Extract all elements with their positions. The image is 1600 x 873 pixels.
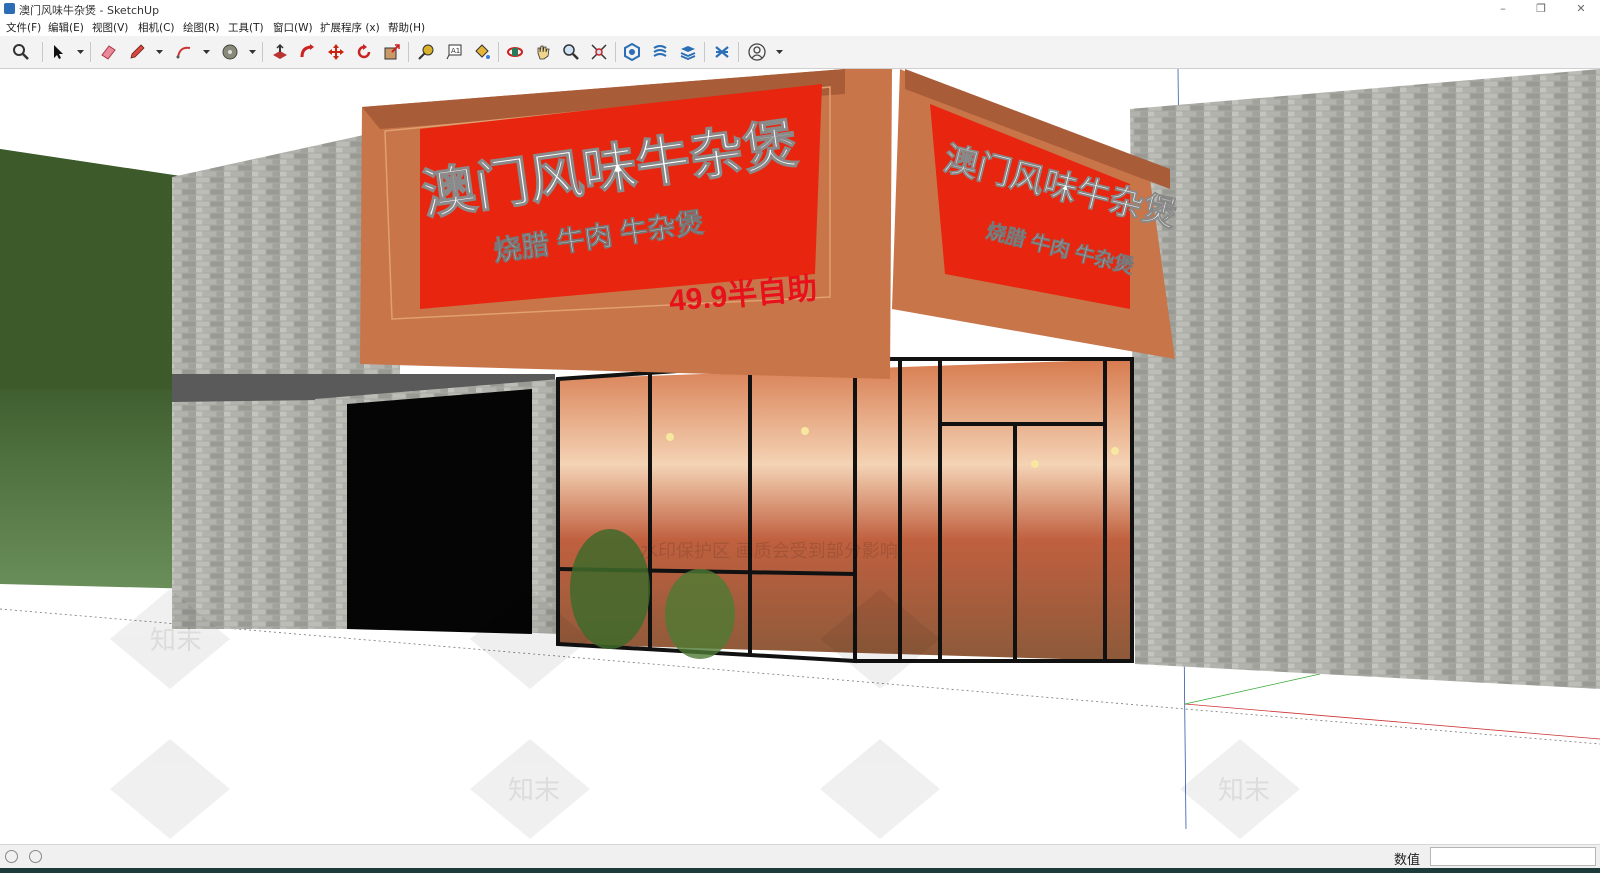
toolbar-separator <box>738 42 739 62</box>
hand-icon <box>537 45 550 60</box>
scale-icon <box>384 44 400 60</box>
geo-location-icon[interactable] <box>5 850 18 863</box>
layout-button[interactable] <box>676 40 700 64</box>
pan-tool-button[interactable] <box>531 40 555 64</box>
menu-view[interactable]: 视图(V) <box>92 20 128 35</box>
menu-edit[interactable]: 编辑(E) <box>48 20 84 35</box>
eraser-icon <box>101 45 116 60</box>
measurements-label: 数值 <box>1394 853 1421 868</box>
watermark-brand: 知末 <box>508 776 560 806</box>
magnifier-icon <box>563 44 579 60</box>
toolbar-separator <box>704 42 705 62</box>
toolbar-separator <box>498 42 499 62</box>
toolbar-separator <box>90 42 91 62</box>
move-tool-button[interactable] <box>324 40 348 64</box>
menu-help[interactable]: 帮助(H) <box>388 20 425 35</box>
arc-icon <box>176 46 191 59</box>
magnifier-icon <box>13 44 29 60</box>
orbit-tool-button[interactable] <box>503 40 527 64</box>
paint-bucket-icon <box>475 44 490 59</box>
warehouse-icon <box>624 43 640 61</box>
svg-text:A1: A1 <box>451 47 460 55</box>
rotate-icon <box>357 44 371 59</box>
scene-canvas[interactable]: 澳门风味牛杂煲 烧腊 牛肉 牛杂煲 49.9半自助 澳门风味牛杂煲 烧腊 牛肉 … <box>0 69 1600 844</box>
extension-warehouse-icon <box>653 45 667 57</box>
menu-window[interactable]: 窗口(W) <box>273 20 313 35</box>
user-account-icon <box>748 43 766 61</box>
move-arrows-icon <box>328 44 344 60</box>
right-brick-wall <box>1130 69 1600 689</box>
layers-stack-icon <box>680 46 696 60</box>
menu-extensions[interactable]: 扩展程序 (x) <box>320 20 380 35</box>
close-button[interactable]: ✕ <box>1564 0 1598 18</box>
watermark-brand: 知末 <box>150 626 202 656</box>
watermark-notice: 水印保护区 画质会受到部分影响 <box>640 541 898 562</box>
main-toolbar: A1 <box>0 36 1600 69</box>
zoom-window-tool-button[interactable] <box>587 40 611 64</box>
tape-measure-icon <box>418 44 434 60</box>
scale-tool-button[interactable] <box>380 40 404 64</box>
text-tool-button[interactable]: A1 <box>442 40 466 64</box>
extension-manager-button[interactable] <box>710 40 734 64</box>
tape-measure-tool-button[interactable] <box>414 40 438 64</box>
push-pull-icon <box>273 43 287 59</box>
arrow-cursor-icon <box>54 45 63 59</box>
zoom-tool-button[interactable] <box>559 40 583 64</box>
watermark-brand: 知末 <box>1218 776 1270 806</box>
follow-me-icon <box>300 44 314 58</box>
text-label-icon: A1 <box>446 44 462 60</box>
dropdown-arrow-icon[interactable] <box>248 47 257 56</box>
toolbar-separator <box>408 42 409 62</box>
circle-shape-icon <box>222 44 238 60</box>
toolbar-separator <box>262 42 263 62</box>
account-button[interactable] <box>745 40 769 64</box>
orbit-icon <box>507 47 523 57</box>
measurements-input[interactable] <box>1430 847 1596 866</box>
eraser-tool-button[interactable] <box>96 40 120 64</box>
taskbar-edge <box>0 868 1600 873</box>
pencil-icon <box>130 44 145 59</box>
toolbar-separator <box>42 42 43 62</box>
sketchup-app-icon <box>4 3 15 14</box>
tree-canopy <box>0 149 200 389</box>
menu-draw[interactable]: 绘图(R) <box>183 20 220 35</box>
menu-file[interactable]: 文件(F) <box>6 20 41 35</box>
3d-warehouse-button[interactable] <box>620 40 644 64</box>
minimize-button[interactable]: – <box>1486 0 1520 18</box>
dropdown-arrow-icon[interactable] <box>202 47 211 56</box>
restore-button[interactable]: ❐ <box>1524 0 1558 18</box>
title-bar: 澳门风味牛杂煲 - SketchUp – ❐ ✕ <box>0 0 1600 18</box>
line-tool-button[interactable] <box>125 40 149 64</box>
select-tool-button[interactable] <box>46 40 70 64</box>
rotate-tool-button[interactable] <box>352 40 376 64</box>
extension-warehouse-button[interactable] <box>648 40 672 64</box>
window-title: 澳门风味牛杂煲 - SketchUp <box>19 4 160 17</box>
shapes-tool-button[interactable] <box>218 40 242 64</box>
menu-tools[interactable]: 工具(T) <box>228 20 264 35</box>
extension-manager-icon <box>715 46 729 58</box>
info-icon[interactable] <box>29 850 42 863</box>
dropdown-arrow-icon[interactable] <box>76 47 85 56</box>
dark-doorway <box>347 389 532 634</box>
zoom-extents-button[interactable] <box>9 40 33 64</box>
follow-me-tool-button[interactable] <box>296 40 320 64</box>
zoom-window-icon <box>591 44 607 60</box>
dropdown-arrow-icon[interactable] <box>155 47 164 56</box>
dropdown-arrow-icon[interactable] <box>775 47 784 56</box>
modeling-viewport[interactable]: 澳门风味牛杂煲 烧腊 牛肉 牛杂煲 49.9半自助 澳门风味牛杂煲 烧腊 牛肉 … <box>0 69 1600 844</box>
toolbar-separator <box>615 42 616 62</box>
menu-bar: 文件(F) 编辑(E) 视图(V) 相机(C) 绘图(R) 工具(T) 窗口(W… <box>0 18 1600 36</box>
push-pull-tool-button[interactable] <box>268 40 292 64</box>
status-bar: 数值 <box>0 844 1600 869</box>
paint-bucket-tool-button[interactable] <box>470 40 494 64</box>
arc-tool-button[interactable] <box>172 40 196 64</box>
menu-camera[interactable]: 相机(C) <box>138 20 175 35</box>
